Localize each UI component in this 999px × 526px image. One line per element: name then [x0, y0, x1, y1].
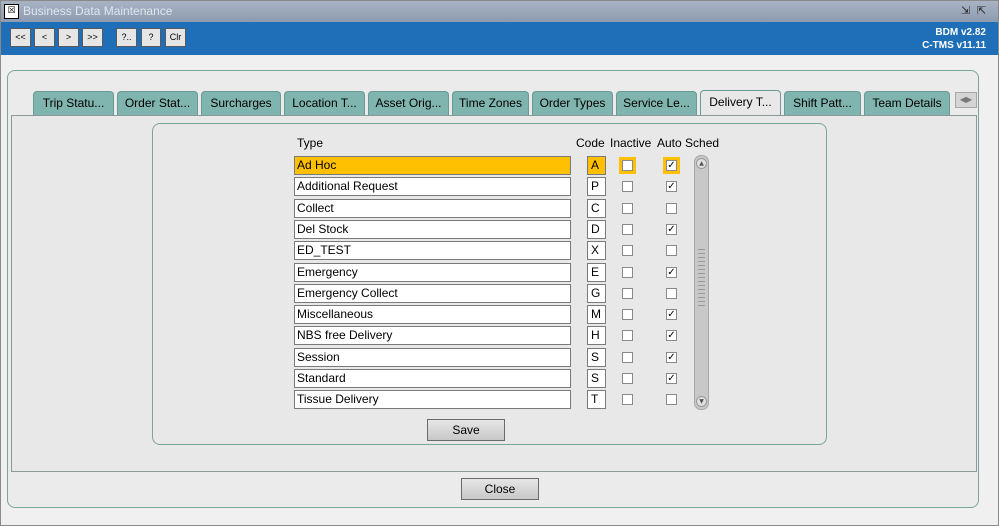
- auto-sched-checkbox[interactable]: [666, 202, 677, 214]
- column-header-auto-sched: Auto Sched: [657, 136, 720, 150]
- tab-surcharges[interactable]: Surcharges: [201, 91, 281, 115]
- auto-sched-checkbox[interactable]: ✓: [666, 373, 677, 384]
- inactive-checkbox[interactable]: [622, 245, 633, 257]
- code-field[interactable]: X: [587, 241, 606, 261]
- close-button[interactable]: Close: [461, 478, 539, 500]
- tab-location-types[interactable]: Location T...: [284, 91, 365, 115]
- scroll-up-icon[interactable]: ▲: [696, 158, 707, 169]
- code-field[interactable]: D: [587, 219, 606, 239]
- type-field[interactable]: Del Stock: [294, 219, 571, 239]
- code-field[interactable]: M: [587, 305, 606, 325]
- code-field[interactable]: H: [587, 326, 606, 346]
- type-field[interactable]: Miscellaneous: [294, 305, 571, 325]
- tab-order-types[interactable]: Order Types: [532, 91, 613, 115]
- code-field[interactable]: E: [587, 262, 606, 282]
- inactive-checkbox[interactable]: [622, 373, 633, 384]
- inactive-checkbox[interactable]: [622, 202, 633, 214]
- inactive-checkbox[interactable]: [622, 181, 633, 193]
- type-field[interactable]: Standard: [294, 369, 571, 388]
- type-field[interactable]: NBS free Delivery: [294, 326, 571, 346]
- code-field[interactable]: T: [587, 390, 606, 410]
- type-field[interactable]: Tissue Delivery: [294, 390, 571, 410]
- code-field[interactable]: P: [587, 177, 606, 197]
- auto-sched-checkbox[interactable]: [666, 245, 677, 257]
- last-record-button[interactable]: >>: [82, 28, 103, 47]
- column-header-inactive: Inactive: [610, 136, 652, 150]
- inactive-checkbox[interactable]: [622, 330, 633, 342]
- tab-trip-status[interactable]: Trip Statu...: [33, 91, 114, 115]
- query-list-button[interactable]: ?..: [116, 28, 137, 47]
- toolbar: << < > >> ?.. ? Clr BDM v2.82 C-TMS v11.…: [1, 22, 998, 55]
- type-field[interactable]: Additional Request: [294, 177, 571, 197]
- type-field[interactable]: ED_TEST: [294, 241, 571, 261]
- auto-sched-checkbox[interactable]: ✓: [666, 351, 677, 363]
- tab-order-status[interactable]: Order Stat...: [117, 91, 198, 115]
- inactive-checkbox[interactable]: [622, 160, 633, 171]
- save-button[interactable]: Save: [427, 419, 505, 441]
- type-field[interactable]: Ad Hoc: [294, 156, 571, 175]
- tab-team-details[interactable]: Team Details: [864, 91, 950, 115]
- version-info: BDM v2.82 C-TMS v11.11: [922, 26, 986, 52]
- code-field[interactable]: S: [587, 369, 606, 388]
- inactive-checkbox[interactable]: [622, 223, 633, 235]
- inactive-checkbox[interactable]: [622, 394, 633, 406]
- scroll-down-icon[interactable]: ▼: [696, 396, 707, 407]
- vertical-scrollbar[interactable]: ▲ ▼: [694, 155, 709, 410]
- first-record-button[interactable]: <<: [10, 28, 31, 47]
- auto-sched-checkbox[interactable]: ✓: [666, 223, 677, 235]
- code-field[interactable]: C: [587, 198, 606, 218]
- code-field[interactable]: A: [587, 156, 606, 175]
- tab-asset-origin[interactable]: Asset Orig...: [368, 91, 449, 115]
- inactive-checkbox[interactable]: [622, 266, 633, 278]
- ctms-version: C-TMS v11.11: [922, 40, 986, 51]
- type-field[interactable]: Collect: [294, 198, 571, 218]
- tab-service-levels[interactable]: Service Le...: [616, 91, 697, 115]
- inactive-checkbox[interactable]: [622, 309, 633, 321]
- next-record-button[interactable]: >: [58, 28, 79, 47]
- scroll-thumb[interactable]: [698, 246, 705, 306]
- column-header-code: Code: [576, 136, 605, 150]
- auto-sched-checkbox[interactable]: ✓: [666, 266, 677, 278]
- type-field[interactable]: Session: [294, 347, 571, 367]
- restore-icon[interactable]: ⇲: [961, 4, 970, 17]
- inactive-checkbox[interactable]: [622, 351, 633, 363]
- code-field[interactable]: G: [587, 283, 606, 303]
- auto-sched-checkbox[interactable]: ✓: [666, 330, 677, 342]
- column-header-type: Type: [297, 136, 324, 150]
- query-button[interactable]: ?: [141, 28, 161, 47]
- window-title: Business Data Maintenance: [23, 4, 173, 18]
- title-bar: ☒ Business Data Maintenance ⇲ ⇱: [1, 1, 998, 22]
- tab-delivery-types[interactable]: Delivery T...: [700, 90, 781, 116]
- maximize-icon[interactable]: ⇱: [977, 4, 986, 17]
- bdm-version: BDM v2.82: [935, 27, 986, 38]
- inactive-checkbox[interactable]: [622, 287, 633, 299]
- auto-sched-checkbox[interactable]: ✓: [666, 309, 677, 321]
- tab-shift-patterns[interactable]: Shift Patt...: [784, 91, 861, 115]
- auto-sched-checkbox[interactable]: [666, 287, 677, 299]
- type-field[interactable]: Emergency Collect: [294, 283, 571, 303]
- clear-button[interactable]: Clr: [165, 28, 186, 47]
- app-icon: ☒: [4, 4, 19, 19]
- tab-time-zones[interactable]: Time Zones: [452, 91, 529, 115]
- prev-record-button[interactable]: <: [34, 28, 55, 47]
- code-field[interactable]: S: [587, 347, 606, 367]
- auto-sched-checkbox[interactable]: [666, 394, 677, 406]
- auto-sched-checkbox[interactable]: ✓: [666, 160, 677, 171]
- type-field[interactable]: Emergency: [294, 262, 571, 282]
- auto-sched-checkbox[interactable]: ✓: [666, 181, 677, 193]
- tab-scroll-arrows-icon[interactable]: ◀▶: [955, 92, 977, 108]
